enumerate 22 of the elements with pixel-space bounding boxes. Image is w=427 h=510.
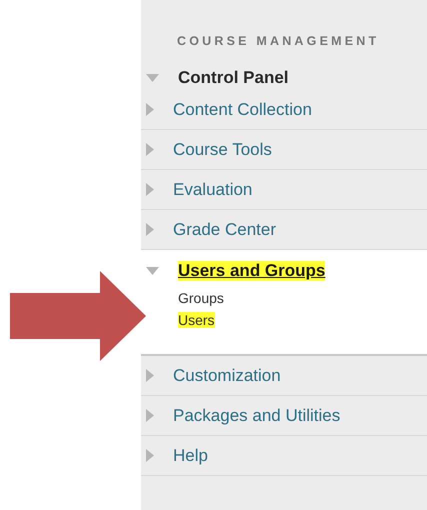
panel-title[interactable]: Control Panel	[178, 68, 289, 88]
menu-link[interactable]: Course Tools	[173, 140, 272, 160]
menu-link[interactable]: Help	[173, 446, 208, 466]
expand-triangle-icon[interactable]	[146, 143, 154, 156]
expand-triangle-icon[interactable]	[146, 223, 154, 236]
menu-link[interactable]: Evaluation	[173, 180, 252, 200]
section-heading: COURSE MANAGEMENT	[176, 34, 380, 48]
submenu-link[interactable]: Groups	[178, 290, 224, 306]
submenu-link[interactable]: Users	[178, 312, 215, 328]
expand-triangle-icon[interactable]	[146, 103, 154, 116]
menu-link[interactable]: Packages and Utilities	[173, 406, 340, 426]
menu-link[interactable]: Users and Groups	[178, 261, 326, 281]
expand-triangle-icon[interactable]	[146, 409, 154, 422]
expand-triangle-icon[interactable]	[146, 183, 154, 196]
collapse-triangle-icon[interactable]	[146, 267, 159, 275]
collapse-triangle-icon[interactable]	[146, 74, 159, 82]
expand-triangle-icon[interactable]	[146, 369, 154, 382]
menu-link[interactable]: Grade Center	[173, 220, 276, 240]
menu-link[interactable]: Customization	[173, 366, 281, 386]
expand-triangle-icon[interactable]	[146, 449, 154, 462]
menu-link[interactable]: Content Collection	[173, 100, 312, 120]
arrow-icon	[10, 271, 146, 361]
